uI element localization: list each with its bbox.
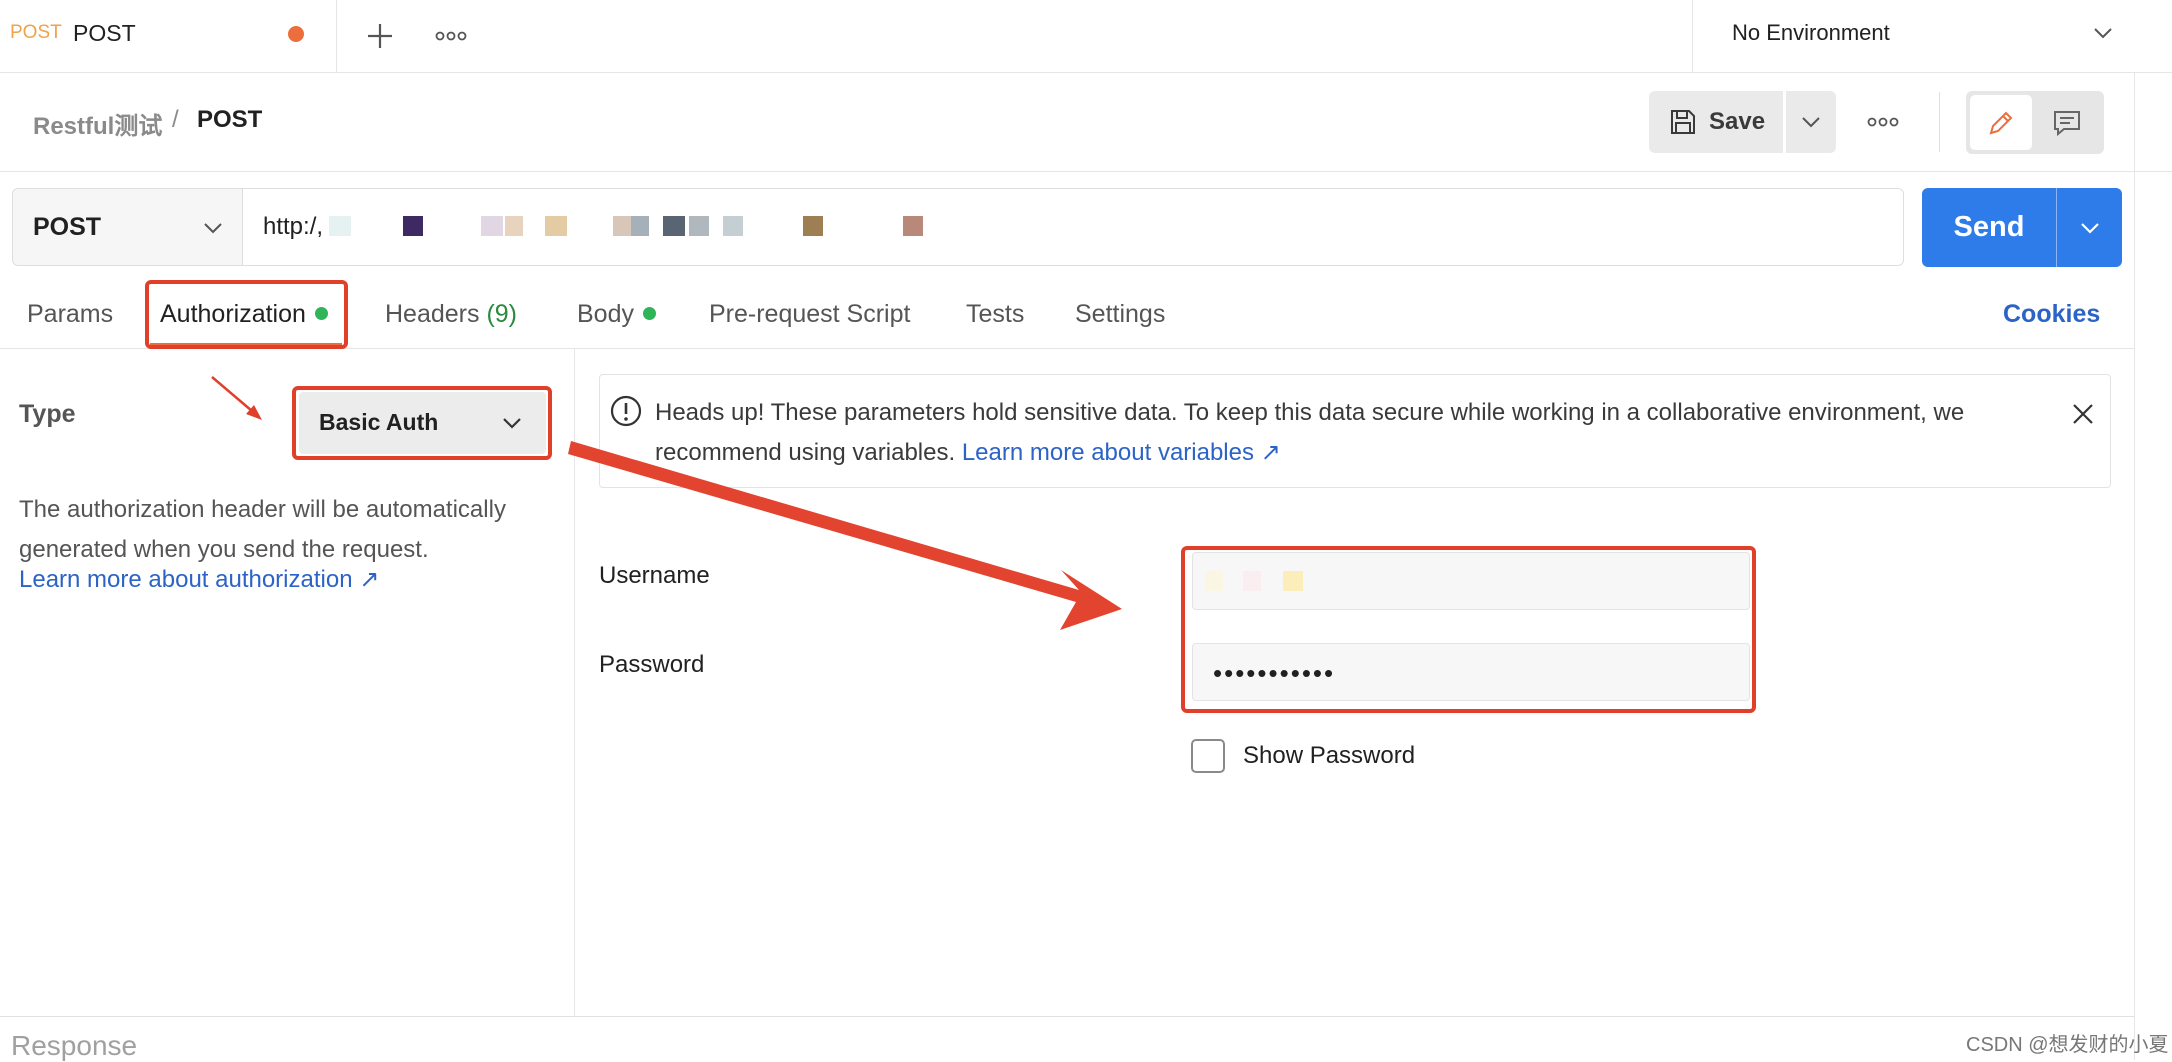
response-divider xyxy=(0,1016,2134,1017)
arrow-icon xyxy=(211,376,262,420)
watermark: CSDN @想发财的小夏 xyxy=(1966,1034,2169,1056)
arrow-icon xyxy=(568,441,1122,630)
right-sidebar-border xyxy=(2134,72,2135,1060)
response-pane-title[interactable]: Response xyxy=(11,1030,137,1062)
annotation-arrows xyxy=(211,376,1122,630)
